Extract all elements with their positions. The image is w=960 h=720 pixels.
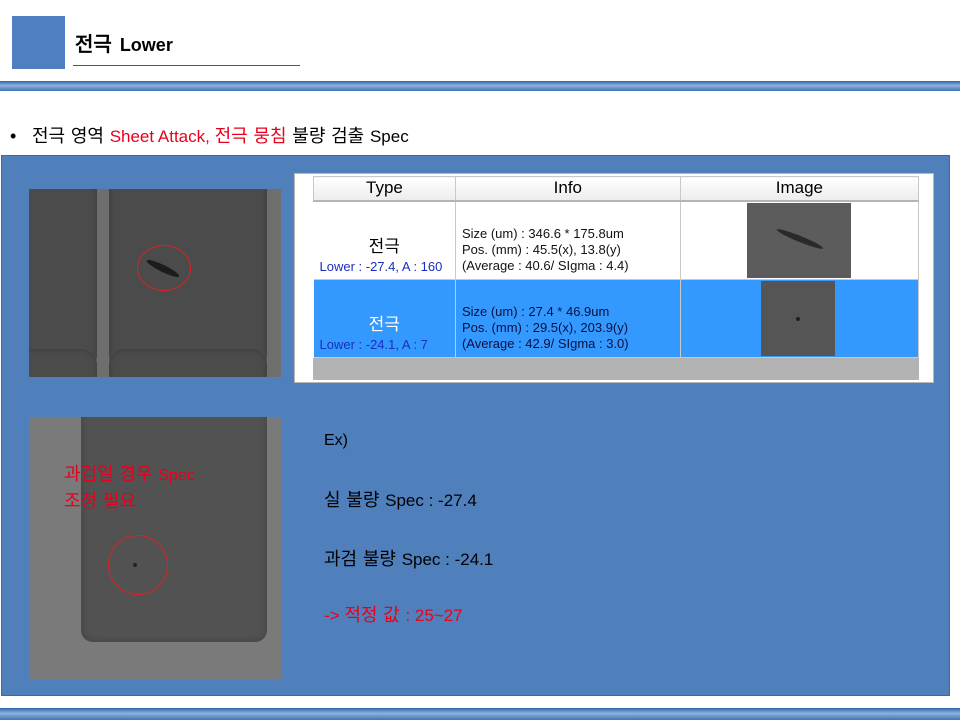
defect-type: 전극 <box>368 236 400 257</box>
title-underline <box>73 65 300 66</box>
defect-threshold: Lower : -24.1, A : 7 <box>319 336 428 352</box>
bullet-text-1: 전극 영역 <box>32 126 110 147</box>
defect-image-bottom: 과검일 경우 Spec 조정 필요 <box>29 417 281 680</box>
defect-image-top <box>29 189 281 377</box>
bullet-text-red-ko: 전극 뭉침 <box>214 126 287 147</box>
optimal-arrow: -> <box>324 606 345 625</box>
electrode-pad <box>109 349 267 377</box>
example-label: Ex) <box>324 432 348 449</box>
electrode-pad <box>29 189 97 371</box>
note-line1-ko: 과검일 경우 <box>64 464 159 485</box>
info-cell: Size (um) : 346.6 * 175.8um Pos. (mm) : … <box>455 200 681 280</box>
bullet-text-spec: Spec <box>369 127 409 146</box>
info-pos: Pos. (mm) : 29.5(x), 203.9(y) <box>461 319 629 335</box>
info-stats: (Average : 40.6/ SIgma : 4.4) <box>461 257 629 273</box>
title-accent-square <box>12 16 65 69</box>
note-line2: 조정 필요 <box>64 491 136 512</box>
info-stats: (Average : 42.9/ SIgma : 3.0) <box>461 335 629 351</box>
page-subtitle: Lower <box>119 35 173 55</box>
column-header-type[interactable]: Type <box>313 176 456 202</box>
over-detect-spec: 과검 불량 Spec : -24.1 <box>324 545 493 571</box>
bullet-text-4: 불량 검출 <box>286 126 370 147</box>
column-header-info[interactable]: Info <box>454 176 681 202</box>
electrode-pad <box>29 349 97 377</box>
bullet-text-red-en: Sheet Attack, <box>109 127 215 146</box>
table-row-selected[interactable]: 전극 Lower : -24.1, A : 7 Size (um) : 27.4… <box>313 279 920 358</box>
defect-thumbnail <box>746 202 851 278</box>
over-detect-value: Spec : -24.1 <box>401 550 494 569</box>
real-defect-label: 실 불량 <box>324 490 386 511</box>
footer-band <box>0 708 960 720</box>
defect-mark <box>775 226 825 251</box>
defect-circle <box>137 245 191 291</box>
page-title: 전극 Lower <box>75 28 173 57</box>
info-size: Size (um) : 27.4 * 46.9um <box>461 303 610 319</box>
table-empty-area <box>313 358 919 380</box>
optimal-range: : 25~27 <box>405 606 463 625</box>
info-pos: Pos. (mm) : 45.5(x), 13.8(y) <box>461 241 621 257</box>
electrode-pad <box>109 189 267 371</box>
info-cell: Size (um) : 27.4 * 46.9um Pos. (mm) : 29… <box>455 279 681 358</box>
defect-type: 전극 <box>368 314 400 335</box>
result-table: Type Info Image 전극 Lower : -27.4, A : 16… <box>313 176 920 358</box>
inspection-result-table: Type Info Image 전극 Lower : -27.4, A : 16… <box>294 173 934 383</box>
defect-mark <box>795 316 800 321</box>
image-cell <box>680 279 920 358</box>
real-defect-value: Spec : -27.4 <box>385 491 477 510</box>
page-title-text: 전극 <box>75 32 112 56</box>
bullet-dot: • <box>10 126 17 146</box>
defect-circle <box>108 535 168 595</box>
defect-threshold: Lower : -27.4, A : 160 <box>319 258 443 274</box>
column-header-image[interactable]: Image <box>679 176 920 202</box>
note-line1-en: Spec <box>158 467 195 484</box>
header-band <box>0 81 960 91</box>
adjustment-note: 과검일 경우 Spec 조정 필요 <box>64 462 195 515</box>
over-detect-label: 과검 불량 <box>324 549 402 570</box>
optimal-label: 적정 값 <box>344 605 406 626</box>
type-cell: 전극 Lower : -27.4, A : 160 <box>313 200 456 280</box>
table-row[interactable]: 전극 Lower : -27.4, A : 160 Size (um) : 34… <box>313 200 920 280</box>
electrode-pad <box>81 417 267 642</box>
defect-thumbnail <box>760 280 835 356</box>
type-cell: 전극 Lower : -24.1, A : 7 <box>313 279 456 358</box>
info-size: Size (um) : 346.6 * 175.8um <box>461 225 624 241</box>
optimal-value: -> 적정 값 : 25~27 <box>324 601 463 627</box>
bullet-line: • 전극 영역 Sheet Attack, 전극 뭉침 불량 검출 Spec <box>10 122 409 148</box>
image-cell <box>680 200 920 280</box>
real-defect-spec: 실 불량 Spec : -27.4 <box>324 486 477 512</box>
content-panel: Type Info Image 전극 Lower : -27.4, A : 16… <box>1 155 950 696</box>
